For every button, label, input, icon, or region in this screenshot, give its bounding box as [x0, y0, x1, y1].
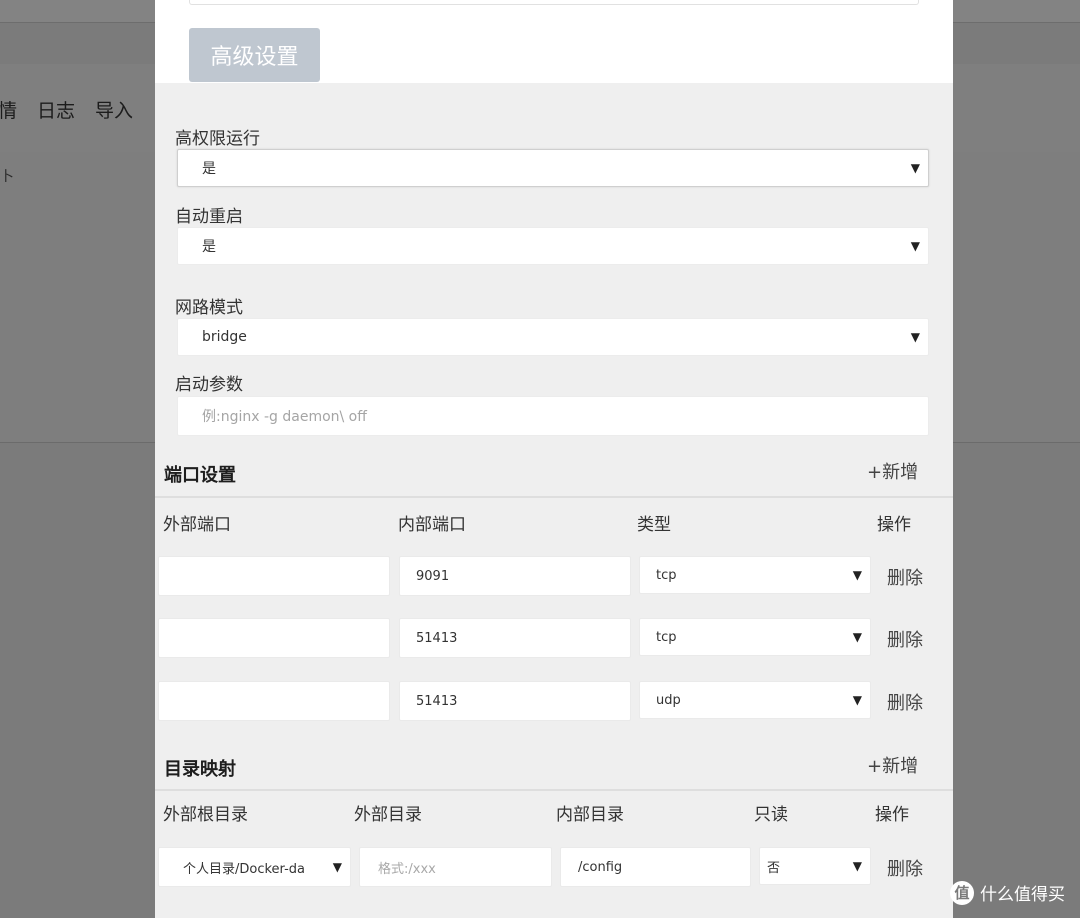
- column-header-internal-port: 内部端口: [398, 515, 466, 535]
- top-input-field[interactable]: [189, 0, 919, 5]
- advanced-settings-button[interactable]: 高级设置: [189, 28, 320, 82]
- readonly-select[interactable]: 否 ▼: [759, 847, 871, 885]
- delete-port-button[interactable]: 删除: [887, 689, 923, 715]
- internal-port-input[interactable]: 51413: [399, 618, 631, 658]
- background-fragment-text: 卜: [0, 169, 14, 185]
- column-header-external-dir: 外部目录: [354, 805, 422, 825]
- delete-port-button[interactable]: 删除: [887, 564, 923, 590]
- column-header-dir-action: 操作: [875, 805, 909, 825]
- watermark-text: 什么值得买: [980, 885, 1065, 905]
- external-root-select[interactable]: 个人目录/Docker-da ▼: [158, 847, 351, 887]
- dropdown-arrow-icon: ▼: [910, 161, 920, 175]
- internal-dir-value: /config: [578, 859, 623, 875]
- dropdown-arrow-icon: ▼: [332, 860, 342, 874]
- external-port-input[interactable]: [158, 618, 390, 658]
- internal-port-value: 9091: [416, 568, 450, 584]
- start-params-input[interactable]: 例:nginx -g daemon\ off: [177, 396, 929, 436]
- dir-section-title: 目录映射: [164, 759, 236, 780]
- port-type-value: tcp: [656, 567, 677, 583]
- section-divider: [155, 789, 953, 791]
- privileged-select-value: 是: [202, 161, 216, 177]
- auto-restart-select[interactable]: 是 ▼: [177, 227, 929, 265]
- readonly-value: 否: [767, 860, 781, 876]
- dropdown-arrow-icon: ▼: [910, 239, 920, 253]
- internal-dir-input[interactable]: /config: [560, 847, 751, 887]
- port-type-select[interactable]: udp ▼: [639, 681, 871, 719]
- external-dir-input[interactable]: 格式:/xxx: [359, 847, 552, 887]
- background-nav-item[interactable]: 情: [0, 96, 17, 126]
- external-dir-placeholder: 格式:/xxx: [378, 861, 436, 877]
- column-header-action: 操作: [877, 515, 911, 535]
- add-port-button[interactable]: +新增: [867, 458, 918, 484]
- network-mode-select[interactable]: bridge ▼: [177, 318, 929, 356]
- delete-dir-button[interactable]: 删除: [887, 855, 923, 881]
- privileged-select[interactable]: 是 ▼: [177, 149, 929, 187]
- network-mode-label: 网路模式: [175, 298, 243, 318]
- background-nav-items: 情 日志 导入: [0, 96, 133, 126]
- internal-port-value: 51413: [416, 693, 458, 709]
- column-header-internal-dir: 内部目录: [556, 805, 624, 825]
- internal-port-input[interactable]: 9091: [399, 556, 631, 596]
- privileged-label: 高权限运行: [175, 129, 260, 149]
- dropdown-arrow-icon: ▼: [852, 859, 862, 873]
- dropdown-arrow-icon: ▼: [852, 693, 862, 707]
- add-dir-button[interactable]: +新增: [867, 752, 918, 778]
- column-header-readonly: 只读: [754, 805, 788, 825]
- external-port-input[interactable]: [158, 681, 390, 721]
- dropdown-arrow-icon: ▼: [852, 630, 862, 644]
- background-nav-item[interactable]: 日志: [37, 96, 75, 126]
- network-mode-select-value: bridge: [202, 329, 247, 345]
- watermark: 值 什么值得买: [950, 880, 1065, 905]
- auto-restart-select-value: 是: [202, 239, 216, 255]
- section-divider: [155, 496, 953, 498]
- column-header-type: 类型: [637, 515, 671, 535]
- start-params-placeholder: 例:nginx -g daemon\ off: [202, 409, 367, 425]
- internal-port-value: 51413: [416, 630, 458, 646]
- port-section-title: 端口设置: [164, 465, 236, 486]
- external-port-input[interactable]: [158, 556, 390, 596]
- modal-header-area: 高级设置: [155, 0, 953, 83]
- port-type-value: tcp: [656, 629, 677, 645]
- container-settings-modal: 高级设置 高权限运行 是 ▼ 自动重启 是 ▼ 网路模式 bridge ▼ 启动…: [155, 0, 953, 918]
- start-params-label: 启动参数: [175, 375, 243, 395]
- port-type-value: udp: [656, 692, 681, 708]
- background-nav-item[interactable]: 导入: [95, 96, 133, 126]
- column-header-external-port: 外部端口: [163, 515, 231, 535]
- internal-port-input[interactable]: 51413: [399, 681, 631, 721]
- column-header-external-root: 外部根目录: [163, 805, 248, 825]
- delete-port-button[interactable]: 删除: [887, 626, 923, 652]
- auto-restart-label: 自动重启: [175, 207, 243, 227]
- port-type-select[interactable]: tcp ▼: [639, 556, 871, 594]
- external-root-value: 个人目录/Docker-da: [183, 861, 305, 877]
- dropdown-arrow-icon: ▼: [852, 568, 862, 582]
- dropdown-arrow-icon: ▼: [910, 330, 920, 344]
- watermark-logo-icon: 值: [950, 880, 974, 905]
- port-type-select[interactable]: tcp ▼: [639, 618, 871, 656]
